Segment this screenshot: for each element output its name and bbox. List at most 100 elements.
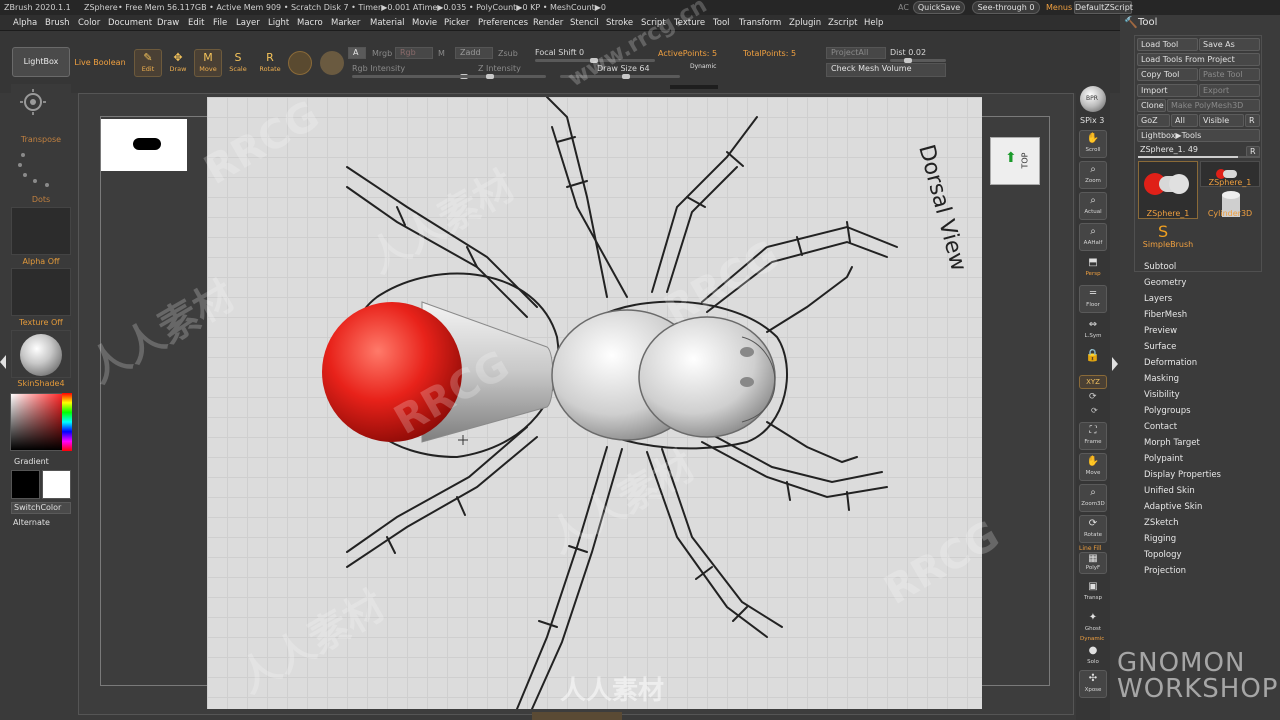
menu-macro[interactable]: Macro (297, 15, 323, 31)
subpalette-morph-target[interactable]: Morph Target (1144, 438, 1200, 448)
menu-edit[interactable]: Edit (188, 15, 204, 31)
goz-visible-button[interactable]: Visible (1199, 114, 1244, 127)
dist-slider[interactable] (890, 58, 946, 63)
lightbox-button[interactable]: LightBox (12, 47, 70, 77)
hue-strip[interactable] (62, 393, 72, 451)
move-view-button[interactable]: ✋ Move (1079, 453, 1107, 481)
menu-tool[interactable]: Tool (713, 15, 730, 31)
check-mesh-volume-button[interactable]: Check Mesh Volume (826, 63, 946, 77)
rgb-toggle[interactable]: Rgb (395, 47, 433, 59)
project-all-button[interactable]: ProjectAll (826, 47, 886, 59)
subpalette-polypaint[interactable]: Polypaint (1144, 454, 1183, 464)
actual-button[interactable]: ⌕ Actual (1079, 192, 1107, 220)
menu-document[interactable]: Document (108, 15, 152, 31)
current-tool-slider[interactable]: ZSphere_1. 49 (1140, 145, 1198, 154)
gradient-label[interactable]: Gradient (14, 457, 49, 466)
subpalette-masking[interactable]: Masking (1144, 374, 1179, 384)
rotate-view-button[interactable]: ⟳ Rotate (1079, 515, 1107, 543)
persp-button[interactable]: ⬒ Persp (1079, 254, 1107, 282)
zadd-toggle[interactable]: Zadd (455, 47, 493, 59)
alternate-button[interactable]: Alternate (11, 517, 71, 529)
navigation-cube[interactable]: ⬆ TOP (990, 137, 1040, 185)
polyf-button[interactable]: ▦ PolyF (1079, 552, 1107, 574)
live-boolean-button[interactable]: Live Boolean (72, 56, 128, 70)
z-intensity-slider[interactable] (446, 74, 546, 79)
stroke-dots-slot[interactable] (11, 147, 71, 193)
right-tray-collapse-arrow[interactable] (1112, 357, 1118, 371)
scale-mode-button[interactable]: S Scale (224, 49, 252, 77)
subpalette-adaptive-skin[interactable]: Adaptive Skin (1144, 502, 1202, 512)
load-tool-button[interactable]: Load Tool (1137, 38, 1198, 51)
subpalette-topology[interactable]: Topology (1144, 550, 1182, 560)
clone-button[interactable]: Clone (1137, 99, 1166, 112)
zoom3d-button[interactable]: ⌕ Zoom3D (1079, 484, 1107, 512)
ghost-button[interactable]: ✦ Ghost (1079, 609, 1107, 637)
menu-preferences[interactable]: Preferences (478, 15, 528, 31)
texture-slot[interactable] (11, 268, 71, 316)
menu-draw[interactable]: Draw (157, 15, 179, 31)
menu-alpha[interactable]: Alpha (13, 15, 37, 31)
local-symmetry-button[interactable]: ⇔ L.Sym (1079, 316, 1107, 344)
menu-marker[interactable]: Marker (331, 15, 360, 31)
export-button[interactable]: Export (1199, 84, 1260, 97)
lock-icon[interactable]: 🔒 (1085, 348, 1101, 366)
menu-movie[interactable]: Movie (412, 15, 437, 31)
aahalf-button[interactable]: ⌕ AAHalf (1079, 223, 1107, 251)
subpalette-preview[interactable]: Preview (1144, 326, 1177, 336)
subpalette-geometry[interactable]: Geometry (1144, 278, 1186, 288)
paste-tool-button[interactable]: Paste Tool (1199, 68, 1260, 81)
main-color-swatch[interactable] (11, 470, 40, 499)
copy-tool-button[interactable]: Copy Tool (1137, 68, 1198, 81)
transpose-brush-slot[interactable] (11, 84, 71, 134)
menu-light[interactable]: Light (268, 15, 289, 31)
goz-all-button[interactable]: All (1171, 114, 1198, 127)
xpose-button[interactable]: ✣ Xpose (1079, 670, 1107, 698)
menu-file[interactable]: File (213, 15, 227, 31)
m-toggle[interactable]: M (438, 49, 445, 58)
subpalette-unified-skin[interactable]: Unified Skin (1144, 486, 1195, 496)
menu-render[interactable]: Render (533, 15, 563, 31)
make-polymesh3d-button[interactable]: Make PolyMesh3D (1167, 99, 1260, 112)
subpalette-deformation[interactable]: Deformation (1144, 358, 1197, 368)
bpr-render-button[interactable]: BPR (1080, 86, 1106, 112)
transp-button[interactable]: ▣ Transp (1079, 578, 1107, 606)
menu-transform[interactable]: Transform (739, 15, 781, 31)
floor-button[interactable]: ═ Floor (1079, 285, 1107, 313)
default-zscript-button[interactable]: DefaultZScript (1074, 1, 1133, 14)
subpalette-zsketch[interactable]: ZSketch (1144, 518, 1178, 528)
zsub-toggle[interactable]: Zsub (498, 49, 518, 58)
material-sphere-icon[interactable] (288, 51, 312, 75)
menu-picker[interactable]: Picker (444, 15, 469, 31)
simplebrush-icon[interactable]: S (1158, 222, 1178, 242)
goz-button[interactable]: GoZ (1137, 114, 1170, 127)
subpalette-subtool[interactable]: Subtool (1144, 262, 1176, 272)
see-through-slider[interactable]: See-through 0 (972, 1, 1040, 14)
subpalette-visibility[interactable]: Visibility (1144, 390, 1180, 400)
bottom-tray-toggle[interactable] (532, 712, 622, 720)
alpha-slot[interactable] (11, 207, 71, 255)
move-mode-button[interactable]: M Move (194, 49, 222, 77)
tool-palette-header[interactable]: 🔨 Tool (1120, 15, 1280, 31)
menus-toggle[interactable]: Menus (1046, 0, 1072, 15)
menu-layer[interactable]: Layer (236, 15, 260, 31)
rotate-z-icon[interactable]: ⟳ (1091, 406, 1098, 415)
save-as-button[interactable]: Save As (1199, 38, 1260, 51)
lightbox-tools-button[interactable]: Lightbox▶Tools (1137, 129, 1260, 142)
rotate-mode-button[interactable]: R Rotate (256, 49, 284, 77)
edit-mode-button[interactable]: ✎ Edit (134, 49, 162, 77)
rotate-y-icon[interactable]: ⟳ (1089, 392, 1097, 402)
dist-slider-label[interactable]: Dist 0.02 (890, 48, 926, 57)
zoom-button[interactable]: ⌕ Zoom (1079, 161, 1107, 189)
menu-stencil[interactable]: Stencil (570, 15, 599, 31)
mrgb-toggle[interactable]: Mrgb (372, 49, 392, 58)
subpalette-surface[interactable]: Surface (1144, 342, 1176, 352)
subpalette-display-properties[interactable]: Display Properties (1144, 470, 1221, 480)
switchcolor-button[interactable]: SwitchColor (11, 502, 71, 514)
subpalette-contact[interactable]: Contact (1144, 422, 1177, 432)
brush-sphere-icon[interactable] (320, 51, 344, 75)
menu-zscript[interactable]: Zscript (828, 15, 858, 31)
subpalette-rigging[interactable]: Rigging (1144, 534, 1176, 544)
solo-button[interactable]: ● Solo (1079, 642, 1107, 670)
material-slot[interactable] (11, 330, 71, 378)
menu-material[interactable]: Material (370, 15, 405, 31)
